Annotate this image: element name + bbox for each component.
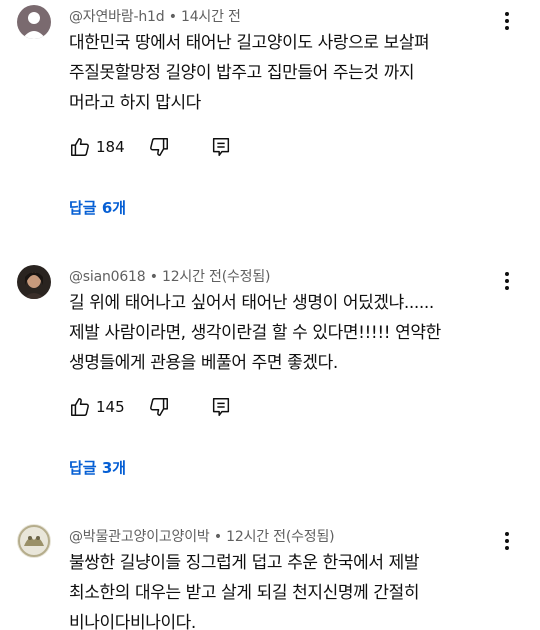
comment-text: 대한민국 땅에서 태어난 길고양이도 사랑으로 보살펴 주질못할망정 길양이 밥… — [69, 28, 499, 118]
comment-meta: @sian0618 • 12시간 전(수정됨) — [69, 269, 271, 285]
more-vertical-icon[interactable] — [498, 530, 516, 552]
comment-line: 주질못할망정 길양이 밥주고 집만들어 주는것 까지 — [69, 63, 415, 83]
profile-photo-icon — [17, 524, 51, 558]
view-replies-link[interactable]: 답글 3개 — [69, 457, 126, 478]
comment-text: 길 위에 태어나고 싶어서 태어난 생명이 어딨겠냐...... 제발 사람이라… — [69, 288, 499, 378]
comment-line: 머라고 하지 맙시다 — [69, 93, 201, 113]
comment-line: 최소한의 대우는 받고 살게 되길 천지신명께 간절히 — [69, 583, 420, 603]
thumbs-up-icon — [71, 138, 89, 156]
more-vertical-icon[interactable] — [498, 10, 516, 32]
profile-photo-icon — [17, 265, 51, 299]
comment-line: 불쌍한 길냥이들 징그럽게 덥고 추운 한국에서 제발 — [69, 553, 420, 573]
thumbs-down-icon — [149, 138, 168, 156]
comment-meta: @자연바람-h1d • 14시간 전 — [69, 9, 241, 25]
dislike-button[interactable] — [148, 136, 170, 158]
more-vertical-icon[interactable] — [498, 270, 516, 292]
like-count: 145 — [96, 398, 125, 416]
default-avatar-icon — [17, 5, 51, 39]
comment-text: 불쌍한 길냥이들 징그럽게 덥고 추운 한국에서 제발 최소한의 대우는 받고 … — [69, 548, 499, 630]
comment-meta: @박물관고양이고양이박 • 12시간 전(수정됨) — [69, 529, 335, 545]
comment-actions: 145 — [69, 394, 232, 420]
like-button[interactable]: 145 — [69, 396, 125, 418]
comment-line: 길 위에 태어나고 싶어서 태어난 생명이 어딨겠냐...... — [69, 293, 434, 313]
dislike-button[interactable] — [148, 396, 170, 418]
comment-actions: 184 — [69, 134, 232, 160]
comment-line: 대한민국 땅에서 태어난 길고양이도 사랑으로 보살펴 — [69, 33, 430, 53]
thumbs-down-icon — [149, 398, 168, 416]
view-replies-link[interactable]: 답글 6개 — [69, 197, 126, 218]
like-count: 184 — [96, 138, 125, 156]
comment-line: 제발 사람이라면, 생각이란걸 할 수 있다면!!!!! 연약한 — [69, 323, 441, 343]
avatar[interactable] — [17, 265, 51, 299]
reply-comment-icon — [212, 398, 229, 416]
reply-button[interactable] — [210, 396, 232, 418]
reply-button[interactable] — [210, 136, 232, 158]
avatar[interactable] — [17, 524, 51, 558]
thumbs-up-icon — [71, 398, 89, 416]
reply-comment-icon — [212, 138, 229, 156]
avatar[interactable] — [17, 5, 51, 39]
comment-line: 생명들에게 관용을 베풀어 주면 좋겠다. — [69, 353, 338, 373]
comment-line: 비나이다비나이다. — [69, 613, 196, 630]
like-button[interactable]: 184 — [69, 136, 125, 158]
